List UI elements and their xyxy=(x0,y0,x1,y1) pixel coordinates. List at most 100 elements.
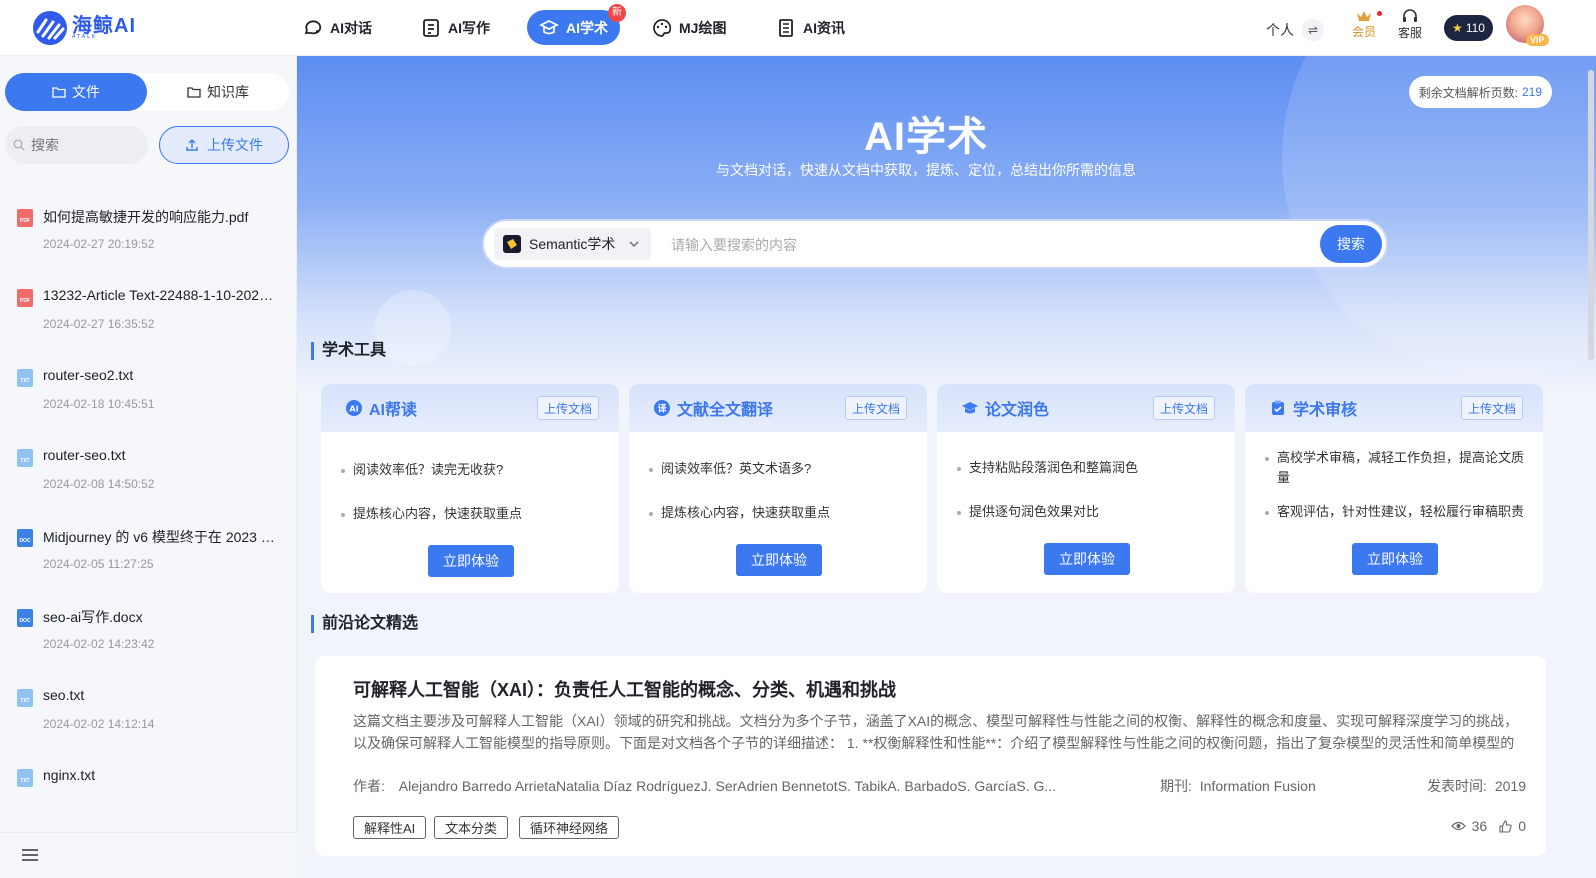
pdf-file-icon: PDF xyxy=(17,209,33,227)
txt-file-icon: TXT xyxy=(17,689,33,707)
file-name: Midjourney 的 v6 模型终于在 2023 年底发布.docx xyxy=(43,529,278,545)
doc-file-icon: DOC xyxy=(17,529,33,547)
search-button[interactable]: 搜索 xyxy=(1320,225,1382,263)
tool-card-polish: 论文润色 上传文档 支持粘贴段落润色和整篇润色 提供逐句润色效果对比 立即体验 xyxy=(937,384,1235,593)
file-date: 2024-02-05 11:27:25 xyxy=(43,557,154,571)
nav-ai-writing[interactable]: AI写作 xyxy=(421,10,490,45)
crown-icon xyxy=(1357,11,1371,21)
brand-name: 海鲸AI xyxy=(72,15,136,37)
nav-ai-news[interactable]: AI资讯 xyxy=(776,10,845,45)
upload-doc-button[interactable]: 上传文档 xyxy=(844,396,907,420)
file-item[interactable]: TXT nginx.txt xyxy=(0,759,297,839)
nav-ai-academic[interactable]: AI学术 新 xyxy=(527,4,626,45)
nav-label: AI资讯 xyxy=(803,19,845,36)
nav-mj-drawing[interactable]: MJ绘图 xyxy=(652,10,726,45)
folder-icon xyxy=(52,87,66,98)
member-button[interactable]: 会员 xyxy=(1352,9,1383,40)
graduation-cap-icon xyxy=(962,402,978,414)
file-item[interactable]: DOC Midjourney 的 v6 模型终于在 2023 年底发布.docx… xyxy=(0,519,297,599)
tool-feature: 阅读效率低？英文术语多? xyxy=(649,459,911,479)
vip-badge: VIP xyxy=(1526,34,1549,46)
page-subtitle: 与文档对话，快速从文档中获取，提炼、定位，总结出你所需的信息 xyxy=(716,162,1136,178)
paper-tag[interactable]: 文本分类 xyxy=(434,816,509,839)
folder-icon xyxy=(187,87,201,98)
paper-stats: 36 0 xyxy=(1450,818,1526,834)
tool-card-ai-read: AI AI帮读 上传文档 阅读效率低？读完无收获? 提炼核心内容，快速获取重点 … xyxy=(321,384,619,593)
svg-text:AI: AI xyxy=(349,405,358,414)
semantic-scholar-icon xyxy=(503,235,521,253)
upload-icon xyxy=(186,139,198,151)
paper-tag[interactable]: 解释性AI xyxy=(353,816,427,839)
tool-title: 文献全文翻译 xyxy=(677,402,774,419)
write-icon xyxy=(423,18,439,37)
tool-feature: 客观评估，针对性建议，轻松履行审稿职责 xyxy=(1265,502,1527,522)
upload-doc-button[interactable]: 上传文档 xyxy=(536,396,599,420)
upload-doc-button[interactable]: 上传文档 xyxy=(1152,396,1215,420)
tools-section-title: 学术工具 xyxy=(311,342,386,360)
tool-card-header: 学术审核 上传文档 xyxy=(1245,384,1543,432)
tool-title: 学术审核 xyxy=(1293,402,1358,419)
upload-file-button[interactable]: 上传文件 xyxy=(159,126,289,164)
paper-title[interactable]: 可解释人工智能（XAI）：负责任人工智能的概念、分类、机遇和挑战 xyxy=(353,676,896,702)
search-input[interactable]: 请输入要搜索的内容 xyxy=(671,235,797,255)
file-name: 如何提高敏捷开发的响应能力.pdf xyxy=(43,209,249,225)
txt-file-icon: TXT xyxy=(17,769,33,787)
paper-card[interactable]: 可解释人工智能（XAI）：负责任人工智能的概念、分类、机遇和挑战 这篇文档主要涉… xyxy=(315,656,1546,856)
view-count: 36 xyxy=(1471,818,1488,834)
tool-feature: 提供逐句润色效果对比 xyxy=(957,502,1219,522)
mode-switch[interactable]: 个人 ⇌ xyxy=(1266,19,1324,41)
upload-doc-button[interactable]: 上传文档 xyxy=(1460,396,1523,420)
scrollbar[interactable] xyxy=(1588,70,1594,360)
tool-card-translate: 译 文献全文翻译 上传文档 阅读效率低？英文术语多? 提炼核心内容，快速获取重点… xyxy=(629,384,927,593)
service-button[interactable]: 客服 xyxy=(1398,9,1422,41)
try-now-button[interactable]: 立即体验 xyxy=(736,544,822,576)
file-item[interactable]: PDF 如何提高敏捷开发的响应能力.pdf 2024-02-27 20:19:5… xyxy=(0,199,297,279)
paper-tag[interactable]: 循环神经网络 xyxy=(519,816,620,839)
file-date: 2024-02-02 14:12:14 xyxy=(43,717,155,731)
file-item[interactable]: TXT router-seo2.txt 2024-02-18 10:45:51 xyxy=(0,359,297,439)
search-input[interactable] xyxy=(31,137,131,153)
whale-logo-icon xyxy=(33,11,67,45)
file-name: router-seo.txt xyxy=(43,447,126,463)
file-name: seo-ai写作.docx xyxy=(43,609,143,625)
top-nav: 海鲸AI ATALK AI对话 AI写作 AI学术 新 MJ绘图 AI资讯 个人… xyxy=(0,0,1596,56)
news-icon xyxy=(779,18,793,37)
tab-label: 文件 xyxy=(72,84,100,100)
new-badge: 新 xyxy=(608,4,626,22)
tool-card-header: 论文润色 上传文档 xyxy=(937,384,1235,432)
file-item[interactable]: PDF 13232-Article Text-22488-1-10-202206… xyxy=(0,279,297,359)
file-date: 2024-02-02 14:23:42 xyxy=(43,637,155,651)
tool-feature: 支持粘贴段落润色和整篇润色 xyxy=(957,458,1219,478)
file-item[interactable]: TXT seo.txt 2024-02-02 14:12:14 xyxy=(0,679,297,759)
paper-authors: 作者: Alejandro Barredo ArrietaNatalia Día… xyxy=(353,776,1056,796)
try-now-button[interactable]: 立即体验 xyxy=(428,545,514,577)
tab-files[interactable]: 文件 xyxy=(5,73,147,111)
tool-feature: 阅读效率低？读完无收获? xyxy=(341,460,603,480)
tool-feature: 提炼核心内容，快速获取重点 xyxy=(649,503,911,523)
journal-value: Information Fusion xyxy=(1199,778,1316,794)
doc-file-icon: DOC xyxy=(17,609,33,627)
points-badge[interactable]: ★ 110 xyxy=(1444,15,1493,41)
try-now-button[interactable]: 立即体验 xyxy=(1044,543,1130,575)
nav-ai-chat[interactable]: AI对话 xyxy=(303,10,372,45)
upload-label: 上传文件 xyxy=(207,137,263,153)
academic-icon xyxy=(539,19,559,34)
file-list: PDF 如何提高敏捷开发的响应能力.pdf 2024-02-27 20:19:5… xyxy=(0,199,297,839)
swap-icon[interactable]: ⇌ xyxy=(1302,19,1324,41)
file-item[interactable]: DOC seo-ai写作.docx 2024-02-02 14:23:42 xyxy=(0,599,297,679)
chat-icon xyxy=(304,19,322,34)
pages-label: 剩余文档解析页数: xyxy=(1418,85,1518,100)
menu-icon[interactable] xyxy=(22,849,38,861)
file-search[interactable] xyxy=(5,126,148,164)
file-name: nginx.txt xyxy=(43,767,96,783)
nav-label: AI对话 xyxy=(330,19,372,36)
year-value: 2019 xyxy=(1494,778,1526,794)
logo[interactable]: 海鲸AI ATALK xyxy=(32,10,136,46)
engine-select[interactable]: Semantic学术 xyxy=(494,228,651,260)
clipboard-check-icon xyxy=(1272,400,1284,415)
file-name: 13232-Article Text-22488-1-10-20220628.p… xyxy=(43,287,278,303)
try-now-button[interactable]: 立即体验 xyxy=(1352,543,1438,575)
thumbs-up-icon[interactable] xyxy=(1499,819,1512,833)
file-item[interactable]: TXT router-seo.txt 2024-02-08 14:50:52 xyxy=(0,439,297,519)
tab-knowledge-base[interactable]: 知识库 xyxy=(147,73,289,111)
